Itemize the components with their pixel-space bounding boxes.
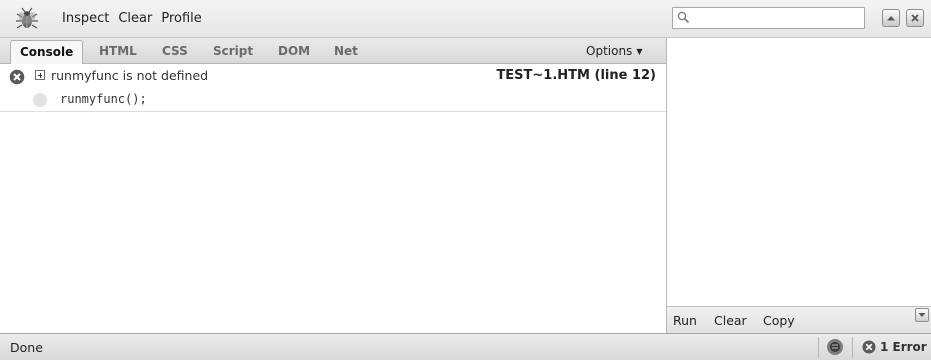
tab-console[interactable]: Console: [10, 40, 84, 65]
command-bar: Run Clear Copy: [667, 306, 931, 333]
close-icon: [911, 14, 919, 22]
search-input[interactable]: [693, 10, 861, 26]
console-output: runmyfunc is not defined TEST~1.HTM (lin…: [0, 64, 666, 333]
tab-html[interactable]: HTML: [90, 40, 146, 64]
chevron-down-icon: ▼: [636, 47, 643, 56]
chevron-up-icon: [887, 16, 895, 21]
clear-button[interactable]: Clear: [118, 11, 152, 26]
console-error-row: runmyfunc is not defined TEST~1.HTM (lin…: [0, 64, 666, 112]
search-icon: [677, 11, 690, 24]
search-box[interactable]: [672, 7, 865, 29]
status-bar: Done 1 Error: [0, 333, 931, 360]
error-source-line: runmyfunc();: [60, 92, 147, 106]
breakpoint-dot-icon[interactable]: [33, 93, 47, 107]
options-label: Options: [586, 44, 633, 58]
detach-button[interactable]: [882, 9, 900, 27]
inspect-button[interactable]: Inspect: [62, 11, 109, 26]
firebug-window: Inspect Clear Profile Console HTML CSS S: [0, 0, 931, 360]
clear-command-button[interactable]: Clear: [714, 313, 747, 328]
profile-button[interactable]: Profile: [161, 11, 201, 26]
error-source-link[interactable]: TEST~1.HTM (line 12): [496, 68, 656, 83]
chevron-down-icon: [918, 313, 926, 317]
close-button[interactable]: [906, 9, 924, 27]
collapse-command-button[interactable]: [915, 308, 929, 322]
copy-button[interactable]: Copy: [763, 313, 795, 328]
error-icon: [862, 340, 876, 354]
status-separator: [818, 337, 819, 358]
toolbar-menu: Inspect Clear Profile: [62, 11, 211, 26]
panel-tabs: Console HTML CSS Script DOM Net Options ▼: [0, 38, 666, 65]
main-toolbar: Inspect Clear Profile: [0, 0, 931, 38]
status-text: Done: [10, 340, 43, 355]
tab-script[interactable]: Script: [204, 40, 262, 64]
status-separator: [852, 337, 853, 358]
options-menu-button[interactable]: Options ▼: [586, 44, 642, 58]
tab-css[interactable]: CSS: [153, 40, 197, 64]
run-button[interactable]: Run: [673, 313, 697, 328]
tab-dom[interactable]: DOM: [269, 40, 319, 64]
firebug-bug-icon[interactable]: [14, 6, 40, 32]
error-icon: [9, 69, 25, 85]
tab-net[interactable]: Net: [325, 40, 367, 64]
error-count[interactable]: 1 Error: [880, 340, 927, 354]
error-message: runmyfunc is not defined: [51, 68, 209, 83]
firebug-status-icon[interactable]: [826, 338, 844, 356]
expand-plus-icon[interactable]: [35, 70, 45, 80]
command-editor[interactable]: [667, 38, 931, 333]
